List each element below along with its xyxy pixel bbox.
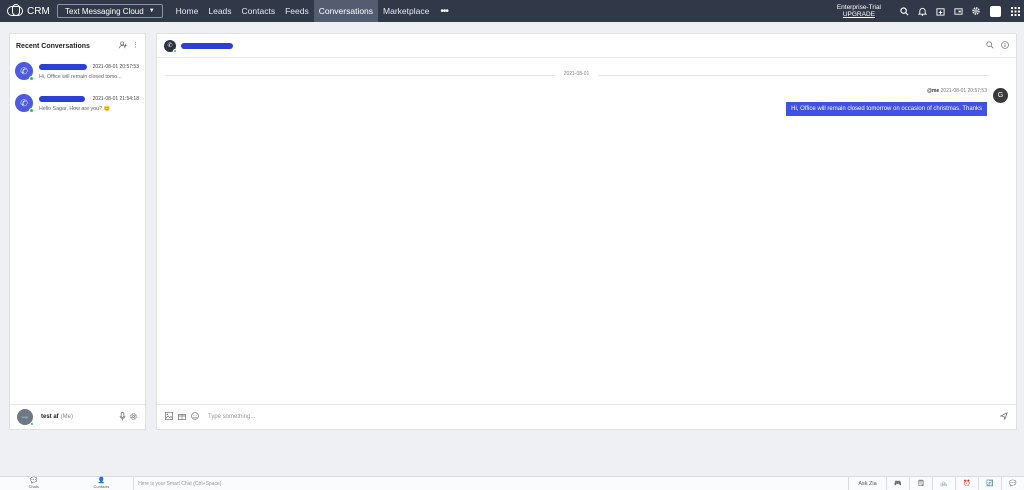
gamepad-icon[interactable]: 🎮 — [886, 476, 909, 490]
sender-avatar: G — [993, 88, 1008, 103]
message-composer: Type something... — [157, 404, 1016, 429]
conversation-preview: Hi, Office will remain closed tomo... — [39, 74, 122, 80]
microphone-icon[interactable] — [119, 411, 126, 423]
bike-icon[interactable]: 🚲 — [932, 476, 955, 490]
date-divider-label: 2021-08-01 — [554, 71, 599, 77]
settings-gear-icon[interactable] — [129, 412, 138, 423]
me-name: test af — [41, 414, 59, 420]
send-icon[interactable] — [999, 412, 1008, 422]
more-nav-icon[interactable]: ••• — [434, 0, 454, 22]
date-divider: 2021-08-01 — [165, 71, 988, 77]
gift-template-icon[interactable] — [178, 412, 186, 422]
crm-logo-icon — [7, 4, 23, 17]
online-indicator — [30, 422, 34, 426]
contacts-tab[interactable]: 👤 Contacts — [68, 478, 136, 489]
bottom-bar: 💬 Chats 👤 Contacts Here is your Smart Ch… — [0, 476, 1024, 490]
messages-icon[interactable]: 💬 — [1001, 476, 1024, 490]
ask-zia-button[interactable]: Ask Zia — [848, 476, 886, 490]
redacted-contact-name — [39, 64, 87, 70]
redacted-contact-name — [181, 42, 233, 49]
message-meta: @me 2021-08-01 20:57:53 — [927, 88, 987, 94]
conversation-time: 2021-08-01 20:57:53 — [92, 64, 139, 70]
image-attach-icon[interactable] — [165, 412, 173, 422]
nav-marketplace[interactable]: Marketplace — [378, 0, 434, 22]
info-icon[interactable] — [1001, 40, 1009, 51]
recent-conversations-title: Recent Conversations — [16, 42, 90, 50]
chat-panel: ✆ 2021-08-01 @me 2021-08-01 20:57:53 G H… — [156, 33, 1017, 430]
conversation-preview: Hello Sagar, How are you? 😊 — [39, 106, 111, 112]
app-switcher-label: Text Messaging Cloud — [65, 6, 144, 16]
phone-icon: ✆ — [15, 94, 34, 113]
alarm-icon[interactable]: ⏰ — [955, 476, 978, 490]
online-indicator — [173, 48, 177, 53]
message-input[interactable]: Type something... — [208, 414, 255, 420]
message-time: 2021-08-01 20:57:53 — [940, 88, 987, 94]
sync-icon[interactable]: 🔄 — [978, 476, 1001, 490]
nav-home[interactable]: Home — [171, 0, 204, 22]
phone-icon: ✆ — [15, 62, 34, 81]
calendar-add-icon[interactable] — [931, 0, 949, 22]
top-right-tools: Enterprise-Trial UPGRADE — [837, 0, 1024, 22]
current-user-bar: Logo test af (Me) — [10, 404, 145, 429]
search-icon[interactable] — [895, 0, 913, 22]
me-name-row: test af (Me) — [41, 414, 73, 420]
plan-info: Enterprise-Trial UPGRADE — [837, 4, 881, 18]
contacts-label: Contacts — [93, 484, 110, 489]
main-nav: Home Leads Contacts Feeds Conversations … — [171, 0, 454, 22]
more-options-icon[interactable]: ⋮ — [132, 41, 139, 51]
emoji-icon[interactable] — [191, 412, 199, 422]
chat-header: ✆ — [157, 34, 1016, 58]
chat-search-icon[interactable] — [986, 40, 994, 51]
feedback-icon[interactable] — [949, 0, 967, 22]
conversation-item[interactable]: ✆ 2021-08-01 20:57:53 Hi, Office will re… — [10, 58, 145, 90]
top-nav-bar: CRM Text Messaging Cloud ▼ Home Leads Co… — [0, 0, 1024, 22]
conversation-item[interactable]: ✆ 2021-08-01 21:54:18 Hello Sagar, How a… — [10, 90, 145, 122]
conversation-time: 2021-08-01 21:54:18 — [92, 96, 139, 102]
notes-icon[interactable]: 🗒 — [909, 476, 932, 490]
recent-conversations-panel: Recent Conversations ⋮ ✆ 2021-08-01 20:5… — [9, 33, 146, 430]
chevron-down-icon: ▼ — [148, 8, 155, 14]
recent-conversations-header: Recent Conversations ⋮ — [10, 34, 145, 58]
chats-tab[interactable]: 💬 Chats — [0, 478, 68, 489]
app-switcher[interactable]: Text Messaging Cloud ▼ — [57, 4, 163, 18]
gear-icon[interactable] — [967, 0, 985, 22]
me-avatar-logo: Logo — [21, 415, 29, 419]
nav-feeds[interactable]: Feeds — [280, 0, 314, 22]
add-contact-icon[interactable] — [119, 41, 127, 51]
nav-conversations[interactable]: Conversations — [313, 0, 379, 22]
chats-label: Chats — [28, 484, 40, 489]
message-bubble: Hi, Office will remain closed tomorrow o… — [786, 102, 987, 116]
nav-contacts[interactable]: Contacts — [237, 0, 281, 22]
me-tag: (Me) — [60, 414, 74, 420]
redacted-contact-name — [39, 96, 85, 102]
nav-leads[interactable]: Leads — [203, 0, 236, 22]
contact-phone-icon: ✆ — [164, 39, 177, 53]
plan-name: Enterprise-Trial — [836, 4, 881, 11]
bell-icon[interactable] — [913, 0, 931, 22]
crm-logo[interactable]: CRM — [0, 4, 55, 17]
upgrade-link[interactable]: UPGRADE — [837, 11, 881, 18]
online-indicator — [29, 108, 34, 113]
user-avatar[interactable] — [990, 5, 1001, 17]
brand-name: CRM — [27, 5, 50, 17]
online-indicator — [29, 76, 34, 81]
me-avatar[interactable]: Logo — [17, 409, 34, 426]
message-sender: @me — [927, 88, 940, 94]
smart-chat-input[interactable]: Here is your Smart Chat (Ctrl+Space) — [133, 476, 848, 490]
apps-grid-icon[interactable] — [1006, 0, 1024, 22]
